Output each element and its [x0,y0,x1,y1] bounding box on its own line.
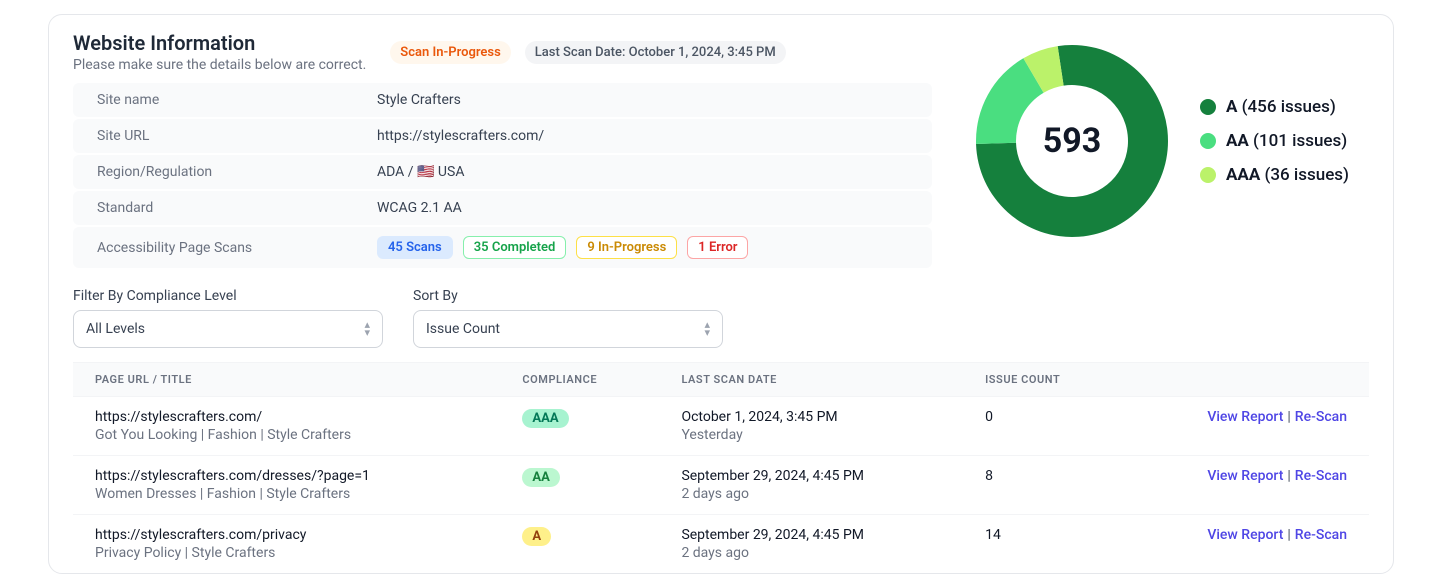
scan-status-badge: Scan In-Progress [390,41,510,64]
badge-total-scans: 45 Scans [377,236,453,259]
legend-count: (36 issues) [1264,165,1349,185]
legend-label: A [1226,97,1237,117]
page-title: Website Information [73,31,366,55]
table-row: https://stylescrafters.com/privacy Privac… [73,515,1369,574]
legend-count: (101 issues) [1253,131,1347,151]
info-row-region: Region/Regulation ADA / 🇺🇸 USA [73,155,932,189]
label-region: Region/Regulation [97,164,377,180]
filter-sort-select[interactable]: Issue Count ▴▾ [413,310,723,348]
action-separator: | [1287,409,1290,425]
row-page-title: Got You Looking | Fashion | Style Crafte… [95,427,478,443]
row-issue-count: 8 [963,456,1123,515]
view-report-link[interactable]: View Report [1207,527,1283,543]
th-url: Page URL / Title [73,363,500,397]
view-report-link[interactable]: View Report [1207,468,1283,484]
label-scans: Accessibility Page Scans [97,240,377,256]
th-last-scan: Last Scan Date [659,363,963,397]
last-scan-badge: Last Scan Date: October 1, 2024, 3:45 PM [525,41,786,64]
filter-compliance-value: All Levels [86,321,145,337]
compliance-pill: AA [522,468,559,487]
filter-compliance-label: Filter By Compliance Level [73,288,383,304]
th-issues: Issue Count [963,363,1123,397]
filter-sort-value: Issue Count [426,321,500,337]
row-url: https://stylescrafters.com/ [95,409,478,425]
view-report-link[interactable]: View Report [1207,409,1283,425]
badge-error-scans: 1 Error [687,236,748,259]
row-issue-count: 14 [963,515,1123,574]
label-standard: Standard [97,200,377,216]
label-site-url: Site URL [97,128,377,144]
row-date: October 1, 2024, 3:45 PM [681,409,941,425]
value-site-url: https://stylescrafters.com/ [377,128,544,144]
legend-count: (456 issues) [1242,97,1336,117]
row-url: https://stylescrafters.com/privacy [95,527,478,543]
row-date: September 29, 2024, 4:45 PM [681,468,941,484]
info-row-site-url: Site URL https://stylescrafters.com/ [73,119,932,153]
header: Website Information Please make sure the… [73,31,932,73]
legend-label: AA [1226,131,1249,151]
table-row: https://stylescrafters.com/Got You Looki… [73,397,1369,456]
th-compliance: Compliance [500,363,659,397]
value-standard: WCAG 2.1 AA [377,200,462,216]
action-separator: | [1287,468,1290,484]
chart-legend: A (456 issues)AA (101 issues)AAA (36 iss… [1200,97,1349,185]
info-row-site-name: Site name Style Crafters [73,83,932,117]
info-row-standard: Standard WCAG 2.1 AA [73,191,932,225]
filter-compliance-select[interactable]: All Levels ▴▾ [73,310,383,348]
row-date-relative: 2 days ago [681,486,941,502]
swatch-icon [1200,167,1216,183]
badge-inprogress-scans: 9 In-Progress [576,236,677,259]
info-row-scans: Accessibility Page Scans 45 Scans 35 Com… [73,227,932,268]
action-separator: | [1287,527,1290,543]
filter-sort-label: Sort By [413,288,723,304]
chevron-up-down-icon: ▴▾ [364,321,370,337]
label-site-name: Site name [97,92,377,108]
row-issue-count: 0 [963,397,1123,456]
row-url: https://stylescrafters.com/dresses/?page… [95,468,478,484]
legend-label: AAA [1226,165,1260,185]
issues-chart: 593 A (456 issues)AA (101 issues)AAA (36… [972,31,1369,251]
row-date-relative: 2 days ago [681,545,941,561]
compliance-pill: A [522,527,551,546]
row-page-title: Women Dresses | Fashion | Style Crafters [95,486,478,502]
row-date-relative: Yesterday [681,427,941,443]
rescan-link[interactable]: Re-Scan [1295,468,1347,484]
legend-item-a: A (456 issues) [1200,97,1349,117]
rescan-link[interactable]: Re-Scan [1295,527,1347,543]
swatch-icon [1200,99,1216,115]
row-date: September 29, 2024, 4:45 PM [681,527,941,543]
table-row: https://stylescrafters.com/dresses/?page… [73,456,1369,515]
value-site-name: Style Crafters [377,92,461,108]
value-region: ADA / 🇺🇸 USA [377,164,464,180]
swatch-icon [1200,133,1216,149]
chevron-up-down-icon: ▴▾ [704,321,710,337]
page-subtitle: Please make sure the details below are c… [73,57,366,73]
region-text: ADA / 🇺🇸 USA [377,164,464,180]
legend-item-aaa: AAA (36 issues) [1200,165,1349,185]
donut-total: 593 [972,41,1172,241]
pages-table: Page URL / Title Compliance Last Scan Da… [73,362,1369,573]
website-info-card: Website Information Please make sure the… [48,14,1394,574]
compliance-pill: AAA [522,409,568,428]
badge-completed-scans: 35 Completed [463,236,567,259]
row-page-title: Privacy Policy | Style Crafters [95,545,478,561]
legend-item-aa: AA (101 issues) [1200,131,1349,151]
rescan-link[interactable]: Re-Scan [1295,409,1347,425]
